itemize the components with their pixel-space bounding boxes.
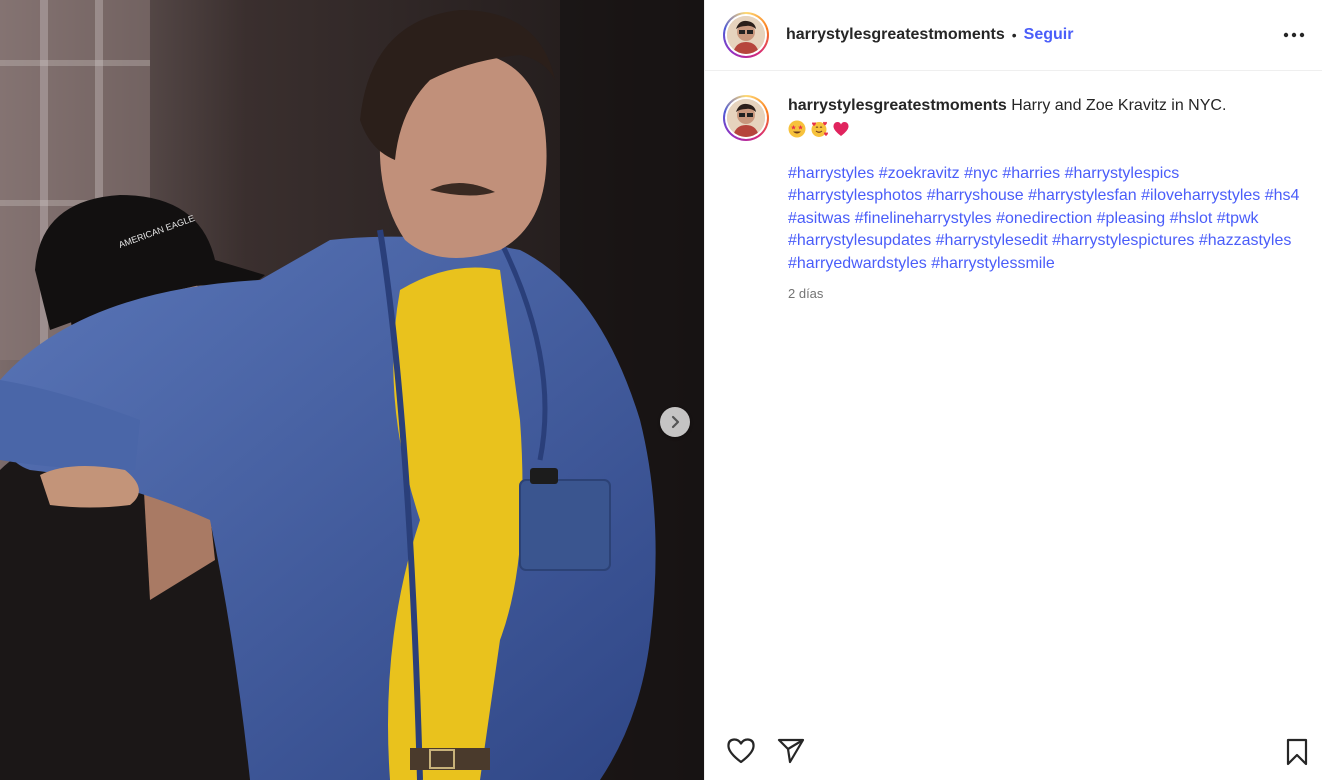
hashtag-link[interactable]: #harrystylessmile [931, 255, 1055, 272]
hashtag-link[interactable]: #pleasing [1097, 210, 1166, 227]
action-bar [705, 728, 1322, 776]
hashtag-link[interactable]: #harryshouse [927, 187, 1024, 204]
hashtag-link[interactable]: #harrystylesupdates [788, 232, 931, 249]
heart-outline-icon [727, 738, 755, 764]
hashtag-link[interactable]: #tpwk [1217, 210, 1259, 227]
post-details-panel: harrystylesgreatestmoments • Seguir harr… [704, 0, 1322, 780]
hashtag-link[interactable]: #harrystyles [788, 165, 874, 182]
hashtag-link[interactable]: #harrystylesfan [1028, 187, 1137, 204]
smiling-face-with-hearts-emoji-icon [811, 121, 828, 137]
separator-dot: • [1011, 27, 1017, 43]
hashtag-link[interactable]: #hs4 [1265, 187, 1300, 204]
hashtag-link[interactable]: #harrystylespictures [1052, 232, 1194, 249]
hashtag-link[interactable]: #zoekravitz [879, 165, 960, 182]
red-heart-emoji-icon [833, 121, 849, 136]
caption-username[interactable]: harrystylesgreatestmoments [788, 97, 1007, 114]
avatar[interactable] [727, 16, 765, 54]
share-button[interactable] [777, 738, 805, 769]
hashtag-link[interactable]: #harrystylespics [1065, 165, 1180, 182]
post-header: harrystylesgreatestmoments • Seguir [705, 0, 1322, 71]
next-photo-button[interactable] [660, 407, 690, 437]
follow-button[interactable]: Seguir [1024, 26, 1074, 44]
hashtag-link[interactable]: #harrystylesedit [936, 232, 1048, 249]
caption-avatar[interactable] [727, 99, 765, 137]
hashtag-list: #harrystyles #zoekravitz #nyc #harries #… [788, 163, 1304, 276]
hashtag-link[interactable]: #asitwas [788, 210, 850, 227]
save-button[interactable] [1285, 738, 1309, 771]
post-photo-illustration: AMERICAN EAGLE [0, 0, 704, 780]
chevron-right-icon [671, 415, 680, 429]
post-image[interactable]: AMERICAN EAGLE [0, 0, 704, 780]
caption-body: harrystylesgreatestmoments Harry and Zoe… [788, 95, 1304, 306]
hashtag-link[interactable]: #iloveharrystyles [1141, 187, 1260, 204]
hashtag-link[interactable]: #harryedwardstyles [788, 255, 927, 272]
like-button[interactable] [726, 737, 756, 770]
hashtag-link[interactable]: #hslot [1170, 210, 1213, 227]
hashtag-link[interactable]: #finelineharrystyles [855, 210, 992, 227]
hashtag-link[interactable]: #nyc [964, 165, 998, 182]
star-struck-emoji-icon [788, 120, 806, 137]
story-ring[interactable] [723, 12, 769, 58]
hashtag-link[interactable]: #hazzastyles [1199, 232, 1292, 249]
post-timestamp[interactable]: 2 días [788, 283, 1304, 306]
bookmark-outline-icon [1286, 738, 1308, 766]
more-options-button[interactable] [1282, 25, 1306, 45]
caption-story-ring[interactable] [723, 95, 769, 141]
caption-block: harrystylesgreatestmoments Harry and Zoe… [705, 71, 1322, 306]
avatar-image [727, 16, 765, 54]
caption-emojis [788, 118, 1304, 140]
header-username[interactable]: harrystylesgreatestmoments [786, 26, 1005, 44]
caption-text: Harry and Zoe Kravitz in NYC. [1011, 97, 1227, 114]
more-options-icon [1283, 32, 1305, 38]
hashtag-link[interactable]: #harries [1002, 165, 1060, 182]
avatar-image [727, 99, 765, 137]
hashtag-link[interactable]: #onedirection [996, 210, 1092, 227]
hashtag-link[interactable]: #harrystylesphotos [788, 187, 922, 204]
paper-plane-icon [777, 738, 805, 764]
